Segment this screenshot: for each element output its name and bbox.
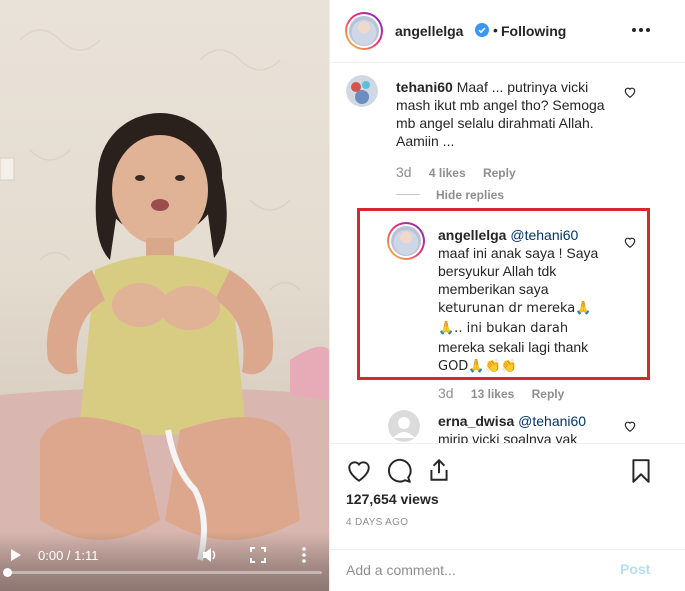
reply-mention[interactable]: @tehani60 [510, 227, 578, 243]
comment-text-line: mb angel selalu dirahmati Allah. [396, 115, 594, 131]
post-time[interactable]: 4 DAYS AGO [346, 517, 408, 528]
hide-replies-button[interactable]: Hide replies [436, 188, 504, 202]
comment-text-line: Maaf ... putrinya vicki [456, 79, 589, 95]
avatar[interactable] [345, 12, 383, 50]
reply-meta: 3d 13 likes Reply [438, 385, 578, 401]
reply-text-line: GOD🙏👏👏 [438, 359, 517, 374]
hide-replies-line [396, 194, 420, 195]
reply-avatar[interactable] [387, 222, 425, 260]
comment-icon[interactable] [386, 458, 412, 484]
reply-username[interactable]: angellelga [438, 227, 506, 243]
reply-text-line: keturunan dr mereka🙏 [438, 301, 592, 316]
reply-text-line: bersyukur Allah tdk [438, 263, 557, 279]
verified-badge-icon [475, 23, 489, 37]
video-controls: 0:00 / 1:11 [0, 531, 329, 591]
share-icon[interactable] [426, 457, 452, 483]
post-panel: angellelga • Following tehani60 Maaf ...… [329, 0, 685, 591]
video-progress-bar[interactable] [3, 568, 322, 577]
reply-text-line: 🙏.. ini bukan darah [438, 321, 569, 336]
comment2-like-icon[interactable] [623, 419, 637, 433]
view-count[interactable]: 127,654 views [346, 491, 439, 507]
add-comment-bar: Post [330, 549, 685, 591]
comments-list[interactable]: tehani60 Maaf ... putrinya vicki mash ik… [330, 63, 685, 443]
video-frame [0, 29, 329, 591]
comment-like-icon[interactable] [623, 85, 637, 99]
reply-body: angellelga @tehani60 maaf ini anak saya … [438, 226, 628, 376]
play-icon[interactable] [9, 549, 23, 563]
commenter-avatar[interactable] [346, 75, 378, 107]
post-header: angellelga • Following [330, 0, 685, 63]
reply-text-line: mereka sekali lagi thank [438, 339, 589, 355]
post-button[interactable]: Post [620, 561, 650, 577]
video-player[interactable]: 0:00 / 1:11 [0, 0, 329, 591]
bookmark-icon[interactable] [628, 458, 654, 484]
comment2-body: erna_dwisa @tehani60 mirip vicki soalnya… [438, 412, 628, 443]
comment-age: 3d [396, 164, 412, 180]
commenter-avatar-default[interactable] [388, 410, 420, 442]
comment-text-line: mash ikut mb angel tho? Semoga [396, 97, 605, 113]
reply-button[interactable]: Reply [483, 166, 516, 180]
reply-text-line: memberikan saya [438, 281, 549, 297]
reply-text-line: maaf ini anak saya ! Saya [438, 245, 599, 261]
post-actions: 127,654 views 4 DAYS AGO [330, 443, 685, 550]
more-horizontal-icon[interactable] [631, 20, 651, 40]
following-button[interactable]: Following [501, 23, 566, 39]
video-progress-knob[interactable] [3, 568, 12, 577]
header-username[interactable]: angellelga [395, 23, 463, 39]
reply-likes[interactable]: 13 likes [471, 387, 514, 401]
fullscreen-icon[interactable] [250, 547, 266, 563]
comment-likes[interactable]: 4 likes [429, 166, 466, 180]
comment2-text-line: mirip vicki soalnya yak [438, 431, 578, 443]
comment-meta: 3d 4 likes Reply [396, 164, 530, 180]
reply-age: 3d [438, 385, 454, 401]
header-separator: • [493, 22, 498, 38]
more-vertical-icon[interactable] [299, 546, 309, 564]
comment-text-line: Aamiin ... [396, 133, 455, 149]
reply-like-icon[interactable] [623, 235, 637, 249]
comment-input[interactable] [346, 560, 606, 580]
heart-icon[interactable] [346, 458, 372, 484]
comment-body: tehani60 Maaf ... putrinya vicki mash ik… [396, 78, 636, 150]
reply-reply-button[interactable]: Reply [532, 387, 565, 401]
volume-icon[interactable] [201, 546, 219, 564]
comment2-username[interactable]: erna_dwisa [438, 413, 514, 429]
video-time: 0:00 / 1:11 [38, 548, 99, 563]
comment2-mention[interactable]: @tehani60 [518, 413, 586, 429]
comment-username[interactable]: tehani60 [396, 79, 453, 95]
